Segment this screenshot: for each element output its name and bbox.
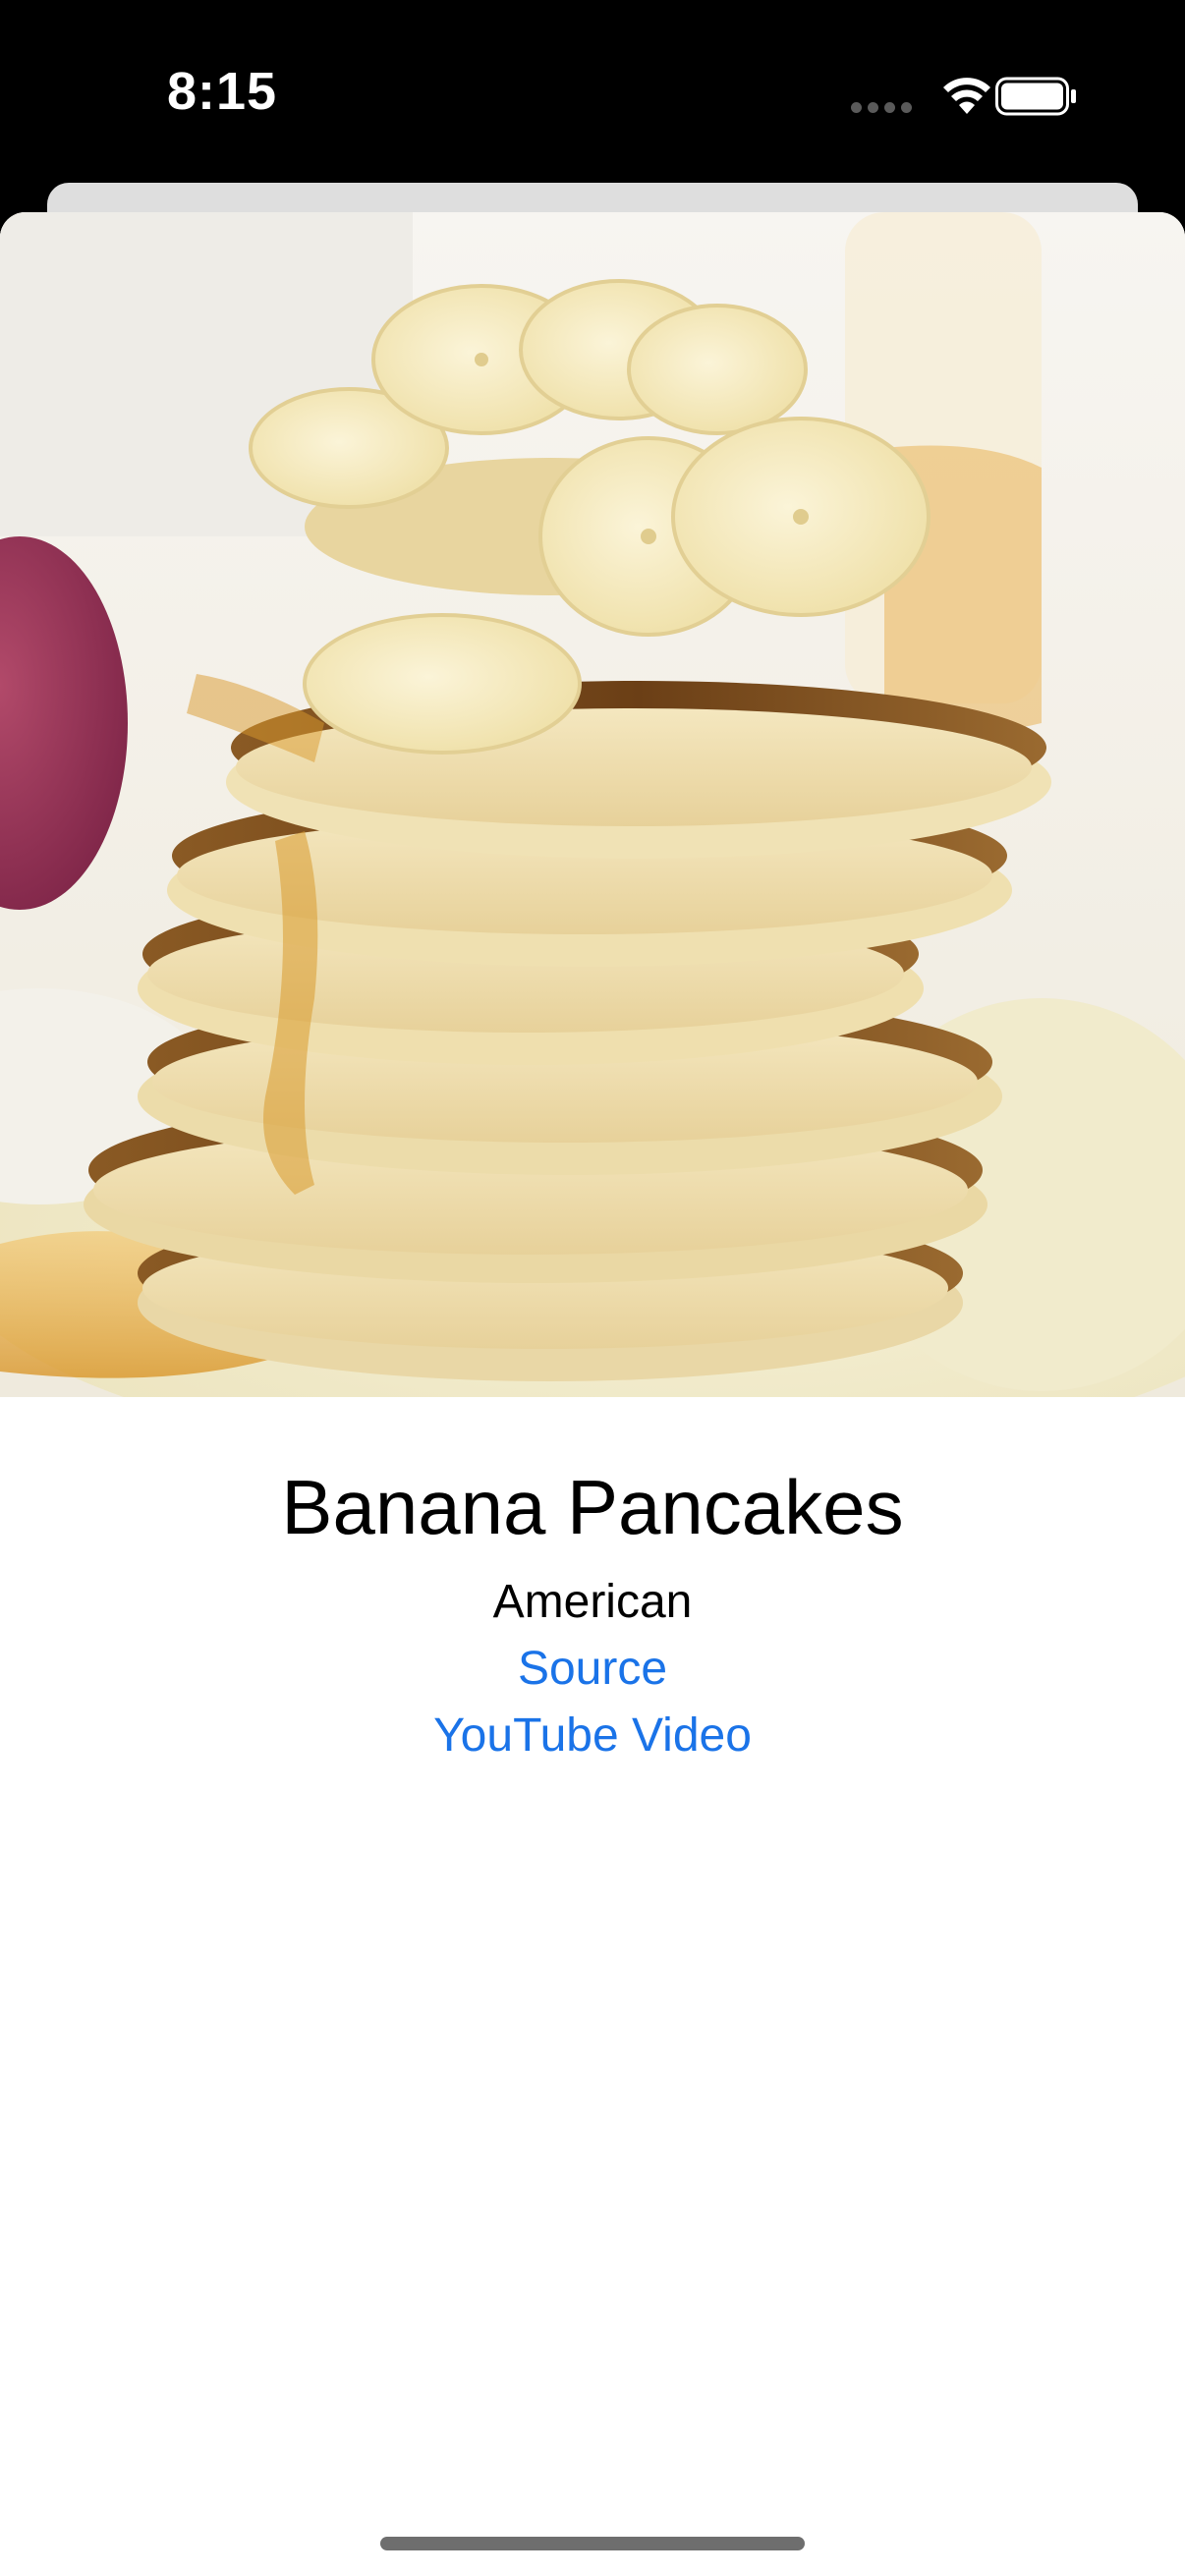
wifi-icon	[943, 78, 990, 114]
status-bar: 8:15	[0, 0, 1185, 187]
source-link[interactable]: Source	[0, 1637, 1185, 1702]
youtube-video-link[interactable]: YouTube Video	[0, 1704, 1185, 1768]
meal-area: American	[492, 1576, 693, 1628]
meal-info: Banana Pancakes American Source YouTube …	[0, 1460, 1185, 1768]
status-time: 8:15	[167, 62, 278, 121]
app-screen: 8:15 Banana Pancakes American Source You…	[0, 0, 1185, 2576]
meal-detail-sheet: Banana Pancakes American Source YouTube …	[0, 212, 1185, 2576]
battery-icon	[995, 77, 1076, 116]
meal-title: Banana Pancakes	[281, 1464, 904, 1550]
banana-pancakes-photo	[0, 212, 1185, 1397]
meal-image	[0, 212, 1185, 1397]
home-indicator[interactable]	[380, 2537, 805, 2550]
